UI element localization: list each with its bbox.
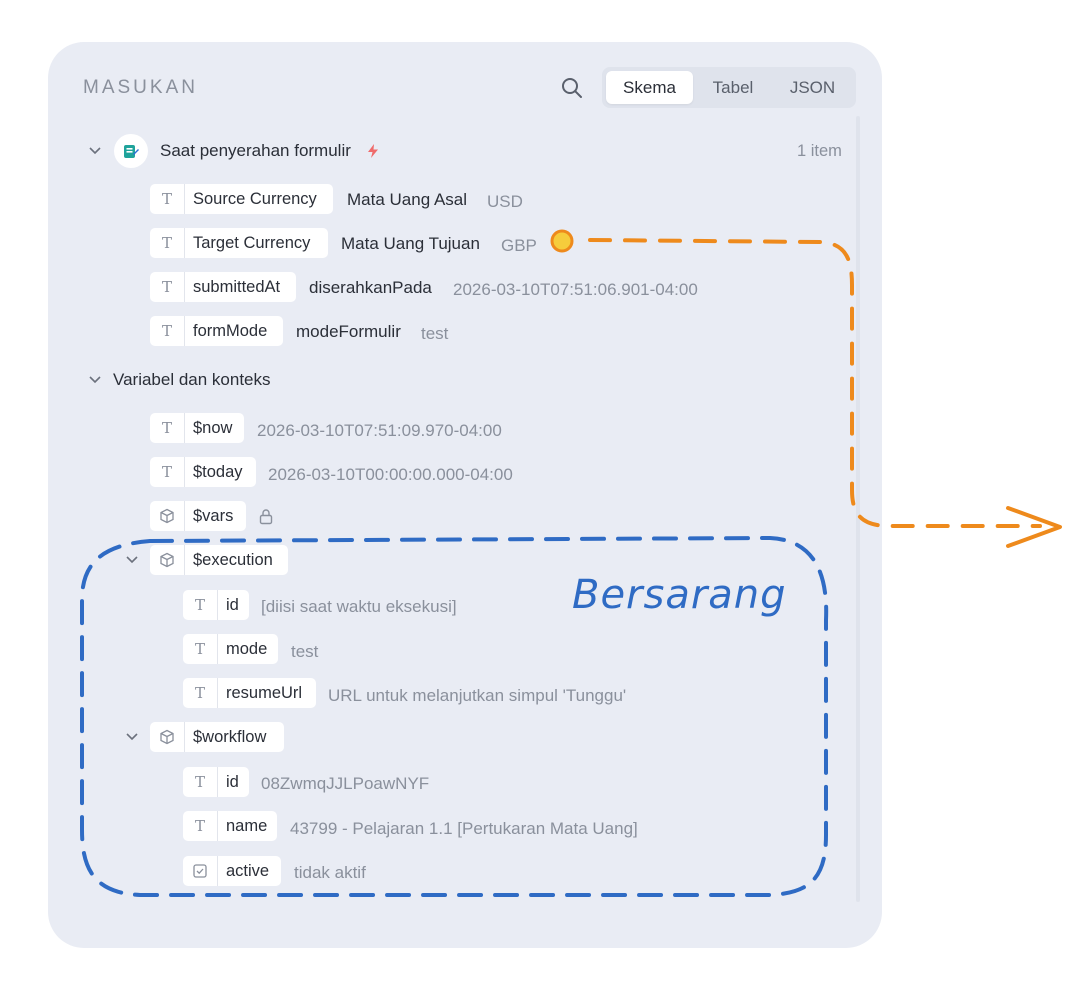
nested-annotation-label: Bersarang xyxy=(572,572,787,618)
annotation-overlay xyxy=(80,229,1062,897)
connection-arrow-line xyxy=(588,238,1042,528)
connection-dot xyxy=(550,229,574,253)
